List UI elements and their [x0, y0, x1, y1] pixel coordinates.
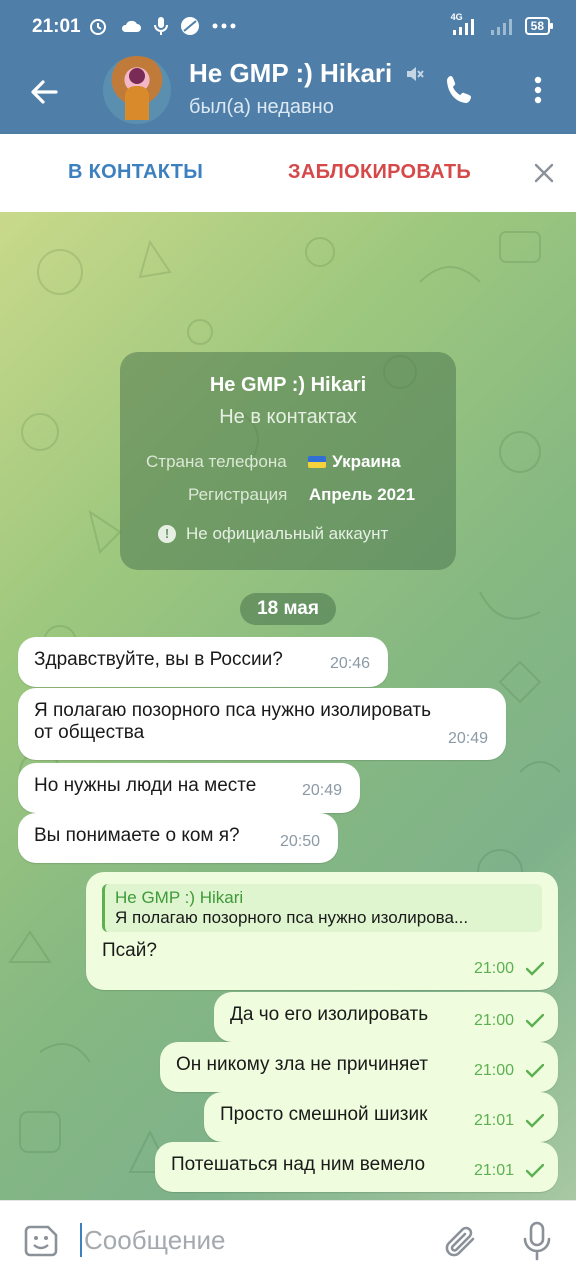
message-bubble-outgoing[interactable]: Просто смешной шизик 21:01 [204, 1092, 558, 1142]
read-check-icon [526, 1014, 544, 1028]
block-user-button[interactable]: ЗАБЛОКИРОВАТЬ [288, 161, 471, 184]
read-check-icon [526, 1064, 544, 1078]
back-arrow-icon[interactable] [26, 74, 62, 110]
message-text: Здравствуйте, вы в России? [34, 649, 283, 670]
ukraine-flag-icon [308, 456, 327, 468]
muted-icon [407, 67, 424, 81]
message-time: 21:00 [473, 1062, 514, 1079]
phone-icon[interactable] [442, 72, 478, 108]
message-input[interactable]: Сообщение [80, 1223, 226, 1257]
more-vert-icon[interactable] [526, 72, 550, 108]
message-text: Просто смешной шизик [220, 1104, 428, 1125]
microphone-icon[interactable] [520, 1221, 554, 1261]
message-time: 21:01 [473, 1162, 514, 1179]
signal-2-icon [490, 19, 512, 35]
close-icon[interactable] [533, 162, 555, 184]
status-time: 21:01 [32, 16, 81, 37]
reply-sender-name: Не GMP :) Hikari [115, 888, 244, 907]
info-card-country-row: Страна телефона Украина [146, 452, 401, 472]
info-card-registration-row: Регистрация Апрель 2021 [188, 485, 415, 505]
message-bubble-outgoing[interactable]: Он никому зла не причиняет 21:00 [160, 1042, 558, 1092]
message-text: Потешаться над ним вемело [171, 1154, 426, 1175]
message-text: Да чо его изолировать [230, 1004, 429, 1025]
unofficial-note-text: Не официальный аккаунт [186, 524, 389, 543]
message-input-bar: Сообщение [0, 1200, 576, 1280]
message-time: 21:00 [473, 1012, 514, 1029]
info-card-subtitle: Не в контактах [219, 406, 357, 428]
battery-indicator: 58 [524, 17, 554, 35]
message-time: 20:49 [447, 730, 488, 747]
contact-info-card: Не GMP :) Hikari Не в контактах Страна т… [120, 352, 456, 570]
add-to-contacts-button[interactable]: В КОНТАКТЫ [68, 161, 203, 184]
read-check-icon [526, 1114, 544, 1128]
message-time: 20:46 [329, 655, 370, 672]
message-time: 20:49 [301, 782, 342, 799]
info-card-name: Не GMP :) Hikari [209, 374, 367, 396]
mic-icon [154, 17, 168, 35]
unofficial-account-note: ! Не официальный аккаунт [158, 524, 388, 544]
message-bubble-outgoing[interactable]: Потешаться над ним вемело 21:01 [155, 1142, 558, 1192]
status-bar: 21:01 4G 58 [0, 0, 576, 56]
message-bubble-incoming[interactable]: Но нужны люди на месте 20:49 [18, 763, 360, 813]
message-bubble-outgoing[interactable]: Не GMP :) Hikari Я полагаю позорного пса… [86, 872, 558, 990]
message-text-line2: от общества [34, 722, 145, 743]
message-time: 20:50 [279, 833, 320, 850]
message-bubble-incoming[interactable]: Я полагаю позорного пса нужно изолироват… [18, 688, 506, 760]
message-text: Псай? [102, 940, 157, 961]
read-check-icon [526, 1164, 544, 1178]
message-bubble-incoming[interactable]: Вы понимаете о ком я? 20:50 [18, 813, 338, 863]
message-text: Но нужны люди на месте [34, 775, 257, 796]
last-seen-status: был(а) недавно [189, 96, 334, 118]
chat-area[interactable]: Не GMP :) Hikari Не в контактах Страна т… [0, 212, 576, 1200]
status-icons [88, 16, 236, 36]
no-disturb-icon [181, 17, 199, 35]
alarm-icon [90, 19, 106, 35]
country-value: Украина [332, 452, 401, 471]
message-bubble-incoming[interactable]: Здравствуйте, вы в России? 20:46 [18, 637, 388, 687]
cloud-icon [121, 20, 141, 32]
info-icon: ! [158, 525, 176, 543]
chat-header: Не GMP :) Hikari был(а) недавно [0, 56, 576, 134]
reply-quote[interactable]: Не GMP :) Hikari Я полагаю позорного пса… [102, 884, 542, 932]
more-dots-icon [212, 23, 236, 29]
chat-title[interactable]: Не GMP :) Hikari [189, 58, 399, 89]
country-label: Страна телефона [146, 452, 287, 471]
status-right: 4G 58 [451, 12, 554, 36]
signal-icon: 4G [451, 12, 479, 36]
sticker-emoji-icon[interactable] [24, 1223, 60, 1259]
reply-quote-text: Я полагаю позорного пса нужно изолирова.… [115, 908, 469, 927]
date-separator: 18 мая [240, 593, 336, 625]
registration-label: Регистрация [188, 485, 288, 504]
read-check-icon [526, 962, 544, 976]
message-text: Он никому зла не причиняет [176, 1054, 428, 1075]
registration-value: Апрель 2021 [308, 485, 416, 504]
attach-paperclip-icon[interactable] [443, 1223, 479, 1259]
message-bubble-outgoing[interactable]: Да чо его изолировать 21:00 [214, 992, 558, 1042]
message-text-line1: Я полагаю позорного пса нужно изолироват… [34, 700, 432, 721]
avatar[interactable] [103, 56, 171, 124]
message-text: Вы понимаете о ком я? [34, 825, 240, 846]
unknown-contact-bar: В КОНТАКТЫ ЗАБЛОКИРОВАТЬ [0, 134, 576, 212]
message-time: 21:01 [473, 1112, 514, 1129]
message-time: 21:00 [473, 960, 514, 977]
